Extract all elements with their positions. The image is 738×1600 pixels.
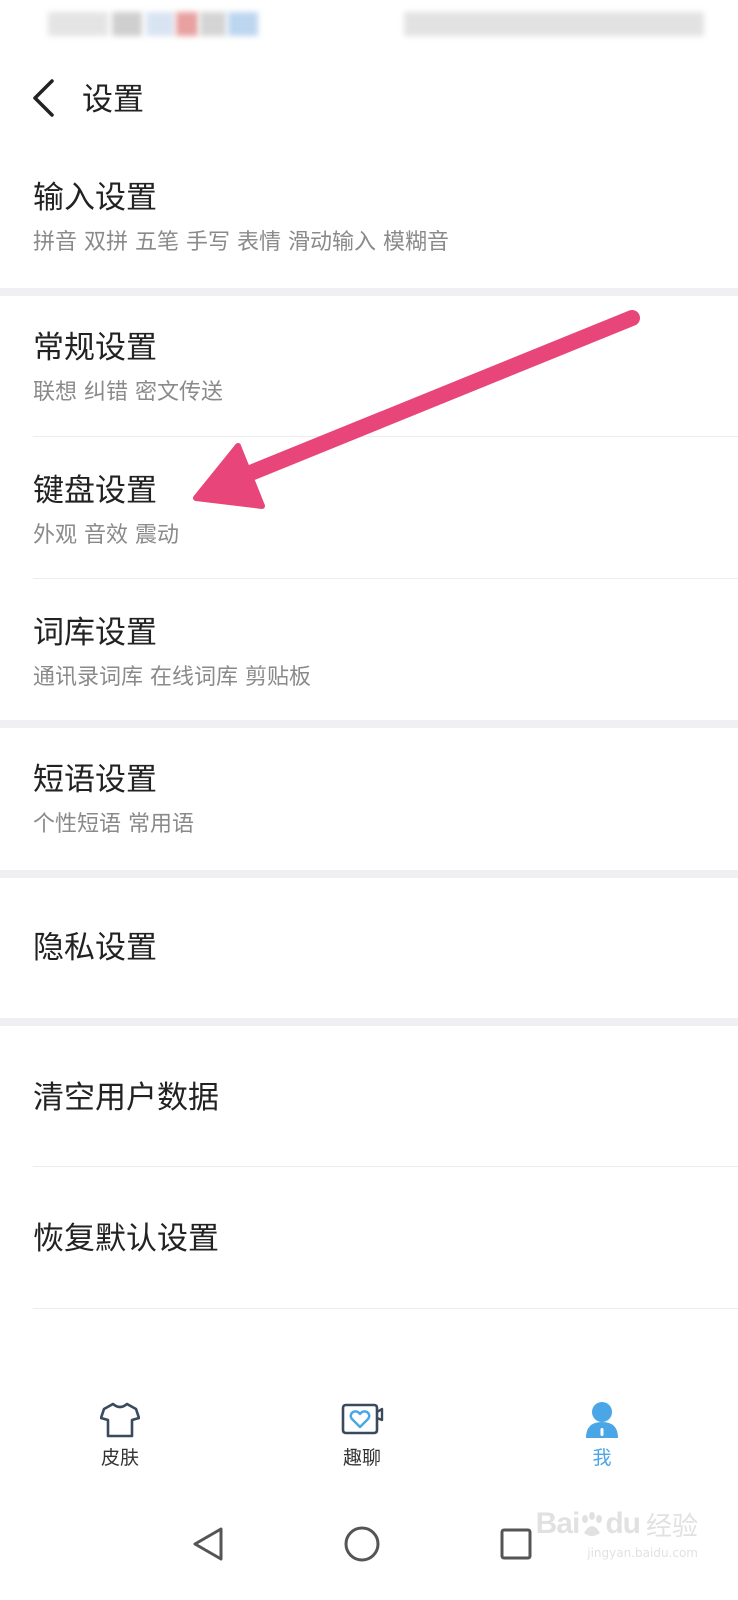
nav-back-button[interactable] [178,1516,238,1576]
item-title: 隐私设置 [33,930,157,966]
section-gap [0,720,738,728]
bottom-tab-bar: 皮肤 趣聊 我 [0,1392,738,1492]
tab-label: 趣聊 [342,1447,381,1469]
clear-user-data-button[interactable]: 清空用户数据 [0,1026,738,1166]
item-subtitle: 个性短语 常用语 [33,812,194,837]
settings-item-phrases[interactable]: 短语设置 个性短语 常用语 [0,728,738,870]
section-gap [0,1018,738,1026]
section-gap [0,870,738,878]
status-blur [48,12,108,36]
settings-item-keyboard[interactable]: 键盘设置 外观 音效 震动 [0,437,738,578]
item-subtitle: 通讯录词库 在线词库 剪贴板 [33,665,311,690]
restore-defaults-button[interactable]: 恢复默认设置 [0,1167,738,1308]
status-blur [112,12,142,36]
baidu-watermark: Bai du 经验 jingyan.baidu.com [535,1494,698,1560]
tab-me[interactable]: 我 [542,1398,662,1484]
person-icon [580,1398,624,1442]
status-blur [200,12,226,36]
status-blur [176,12,198,36]
chat-heart-icon [340,1398,384,1442]
chevron-left-icon [30,78,58,122]
back-button[interactable] [22,76,66,124]
settings-item-general[interactable]: 常规设置 联想 纠错 密文传送 [0,304,738,436]
divider [33,1308,738,1309]
section-gap [0,288,738,296]
item-title: 清空用户数据 [33,1080,219,1116]
status-bar [0,0,738,50]
settings-item-input[interactable]: 输入设置 拼音 双拼 五笔 手写 表情 滑动输入 模糊音 [0,162,738,286]
item-title: 词库设置 [33,615,157,651]
item-title: 恢复默认设置 [33,1221,219,1257]
watermark-brand: Bai du [535,1507,641,1540]
settings-item-privacy[interactable]: 隐私设置 [0,878,738,1018]
tab-label: 皮肤 [100,1447,139,1469]
item-title: 输入设置 [33,180,157,216]
item-subtitle: 联想 纠错 密文传送 [33,380,223,405]
paw-icon [582,1512,603,1537]
watermark-cn: 经验 [645,1511,698,1542]
page-title: 设置 [82,82,144,118]
status-blur [404,12,704,36]
item-subtitle: 外观 音效 震动 [33,523,179,548]
item-title: 短语设置 [33,762,157,798]
tab-skin[interactable]: 皮肤 [60,1398,180,1484]
nav-home-button[interactable] [332,1516,392,1576]
item-title: 键盘设置 [33,473,157,509]
tab-label: 我 [592,1447,612,1469]
home-circle-icon [343,1525,381,1567]
status-blur [146,12,174,36]
status-blur [228,12,258,36]
back-triangle-icon [191,1525,225,1567]
item-subtitle: 拼音 双拼 五笔 手写 表情 滑动输入 模糊音 [33,230,449,255]
recents-square-icon [499,1527,533,1565]
item-title: 常规设置 [33,330,157,366]
tshirt-icon [98,1398,142,1442]
settings-item-dictionary[interactable]: 词库设置 通讯录词库 在线词库 剪贴板 [0,579,738,719]
tab-chat[interactable]: 趣聊 [302,1398,422,1484]
watermark-url: jingyan.baidu.com [587,1546,698,1560]
header: 设置 [0,62,738,138]
